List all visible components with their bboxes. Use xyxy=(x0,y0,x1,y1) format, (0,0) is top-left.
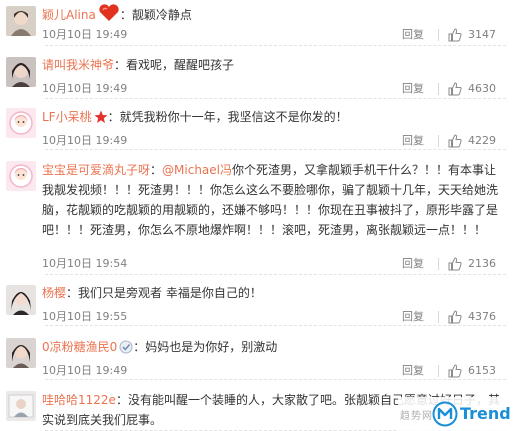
comment-actions: 回复 4630 xyxy=(374,79,504,99)
comment-time: 10月10日 19:49 xyxy=(42,364,128,377)
username-link[interactable]: 请叫我米神爷 xyxy=(42,58,114,72)
like-button[interactable]: 4630 xyxy=(438,79,504,99)
comment-text-line: LF小呆桃 ：就凭我粉你十一年，我坚信这不是你发的！ xyxy=(42,107,504,127)
comment-text-line: 颖儿Alina ：靓颖冷静点 xyxy=(42,4,504,25)
comment-actions: 回复 4229 xyxy=(374,131,504,151)
avatar[interactable] xyxy=(6,6,36,36)
like-button[interactable]: 2136 xyxy=(438,254,504,274)
username-link[interactable]: 颖儿Alina xyxy=(42,8,96,22)
comment-time: 10月10日 19:54 xyxy=(42,257,128,270)
like-button[interactable]: 4376 xyxy=(438,307,504,327)
comment-text-line: 杨樱：我们只是旁观者 幸福是你自己的！ xyxy=(42,283,504,303)
avatar[interactable] xyxy=(6,108,36,138)
divider xyxy=(438,311,439,323)
separator: ： xyxy=(114,58,127,72)
comment-meta: 10月10日 19:49 回复 4630 xyxy=(42,79,504,99)
like-count: 6153 xyxy=(468,364,496,377)
divider xyxy=(438,258,439,270)
separator: ： xyxy=(66,286,79,300)
avatar[interactable] xyxy=(6,161,36,191)
reply-button[interactable]: 回复 xyxy=(402,307,424,327)
username-link[interactable]: 宝宝是可爱滴丸子呀 xyxy=(42,163,150,177)
watermark-brand: Trend xyxy=(460,404,511,423)
separator: ： xyxy=(119,8,132,22)
separator: ： xyxy=(115,393,128,407)
like-count: 3147 xyxy=(468,28,496,41)
comment-meta: 10月10日 19:49 回复 4229 xyxy=(42,131,504,151)
avatar[interactable] xyxy=(6,391,36,421)
thumbs-up-icon xyxy=(448,257,462,271)
thumbs-up-icon xyxy=(448,310,462,324)
comment-text-line: 0凉粉糖渔民0 ：妈妈也是为你好，别激动 xyxy=(42,337,504,357)
heart-icon xyxy=(98,4,120,22)
comment-meta: 10月10日 19:55 回复 4376 xyxy=(42,307,504,327)
like-count: 4376 xyxy=(468,310,496,323)
watermark-prefix: 趋势网 xyxy=(400,411,433,422)
site-watermark: 趋势网 Trend xyxy=(398,397,516,431)
avatar[interactable] xyxy=(6,57,36,87)
username-link[interactable]: 0凉粉糖渔民0 xyxy=(42,340,117,354)
like-count: 2136 xyxy=(468,257,496,270)
comment-item: 宝宝是可爱滴丸子呀：@Michael冯你个死渣男，又拿靓颖手机干什么？！！有本事… xyxy=(0,151,516,275)
comment-actions: 回复 2136 xyxy=(374,254,504,274)
comment-body: 妈妈也是为你好，别激动 xyxy=(145,340,278,354)
avatar[interactable] xyxy=(6,338,36,368)
comment-body: 看戏呢，醒醒吧孩子 xyxy=(126,58,235,72)
like-count: 4630 xyxy=(468,82,496,95)
comment-item: 请叫我米神爷：看戏呢，醒醒吧孩子 10月10日 19:49 回复 4630 xyxy=(0,47,516,99)
divider xyxy=(438,135,439,147)
comment-time: 10月10日 19:55 xyxy=(42,310,128,323)
reply-button[interactable]: 回复 xyxy=(402,25,424,45)
like-button[interactable]: 6153 xyxy=(438,361,504,381)
like-count: 4229 xyxy=(468,134,496,147)
divider xyxy=(438,365,439,377)
username-link[interactable]: 杨樱 xyxy=(42,286,66,300)
separator: ： xyxy=(133,340,146,354)
separator: ： xyxy=(107,110,120,124)
comment-meta: 10月10日 19:49 回复 3147 xyxy=(42,25,504,45)
comment-time: 10月10日 19:49 xyxy=(42,134,128,147)
like-button[interactable]: 3147 xyxy=(438,25,504,45)
comment-time: 10月10日 19:49 xyxy=(42,82,128,95)
comment-text-block: 宝宝是可爱滴丸子呀：@Michael冯你个死渣男，又拿靓颖手机干什么？！！有本事… xyxy=(42,160,504,240)
avatar[interactable] xyxy=(6,285,36,315)
username-link[interactable]: 哇哈哈1122e xyxy=(42,393,116,407)
like-button[interactable]: 4229 xyxy=(438,131,504,151)
star-icon xyxy=(94,110,108,124)
vip-icon xyxy=(119,340,133,354)
trend-logo-icon xyxy=(432,401,458,427)
reply-button[interactable]: 回复 xyxy=(402,79,424,99)
comment-meta: 10月10日 19:49 回复 6153 xyxy=(42,361,504,381)
reply-button[interactable]: 回复 xyxy=(402,254,424,274)
comment-body: 就凭我粉你十一年，我坚信这不是你发的！ xyxy=(119,110,348,124)
reply-button[interactable]: 回复 xyxy=(402,131,424,151)
reply-button[interactable]: 回复 xyxy=(402,361,424,381)
comment-item: 杨樱：我们只是旁观者 幸福是你自己的！ 10月10日 19:55 回复 4376 xyxy=(0,276,516,326)
comment-item: LF小呆桃 ：就凭我粉你十一年，我坚信这不是你发的！ 10月10日 19:49 回… xyxy=(0,100,516,150)
comment-body: 我们只是旁观者 幸福是你自己的！ xyxy=(78,286,262,300)
separator: ： xyxy=(150,163,163,177)
comment-text-line: 请叫我米神爷：看戏呢，醒醒吧孩子 xyxy=(42,55,504,75)
comment-item: 颖儿Alina ：靓颖冷静点 10月10日 19:49 回复 3147 xyxy=(0,0,516,46)
comment-body: 靓颖冷静点 xyxy=(131,8,192,22)
divider xyxy=(438,83,439,95)
thumbs-up-icon xyxy=(448,134,462,148)
thumbs-up-icon xyxy=(448,82,462,96)
comment-actions: 回复 6153 xyxy=(374,361,504,381)
thumbs-up-icon xyxy=(448,28,462,42)
thumbs-up-icon xyxy=(448,364,462,378)
comment-meta: 10月10日 19:54 回复 2136 xyxy=(42,254,504,274)
divider xyxy=(438,29,439,41)
username-link[interactable]: LF小呆桃 xyxy=(42,110,92,124)
mention-link[interactable]: @Michael冯 xyxy=(162,163,232,177)
comment-actions: 回复 4376 xyxy=(374,307,504,327)
comment-item: 0凉粉糖渔民0 ：妈妈也是为你好，别激动 10月10日 19:49 回复 6153 xyxy=(0,327,516,380)
comment-time: 10月10日 19:49 xyxy=(42,28,128,41)
comment-actions: 回复 3147 xyxy=(374,25,504,45)
